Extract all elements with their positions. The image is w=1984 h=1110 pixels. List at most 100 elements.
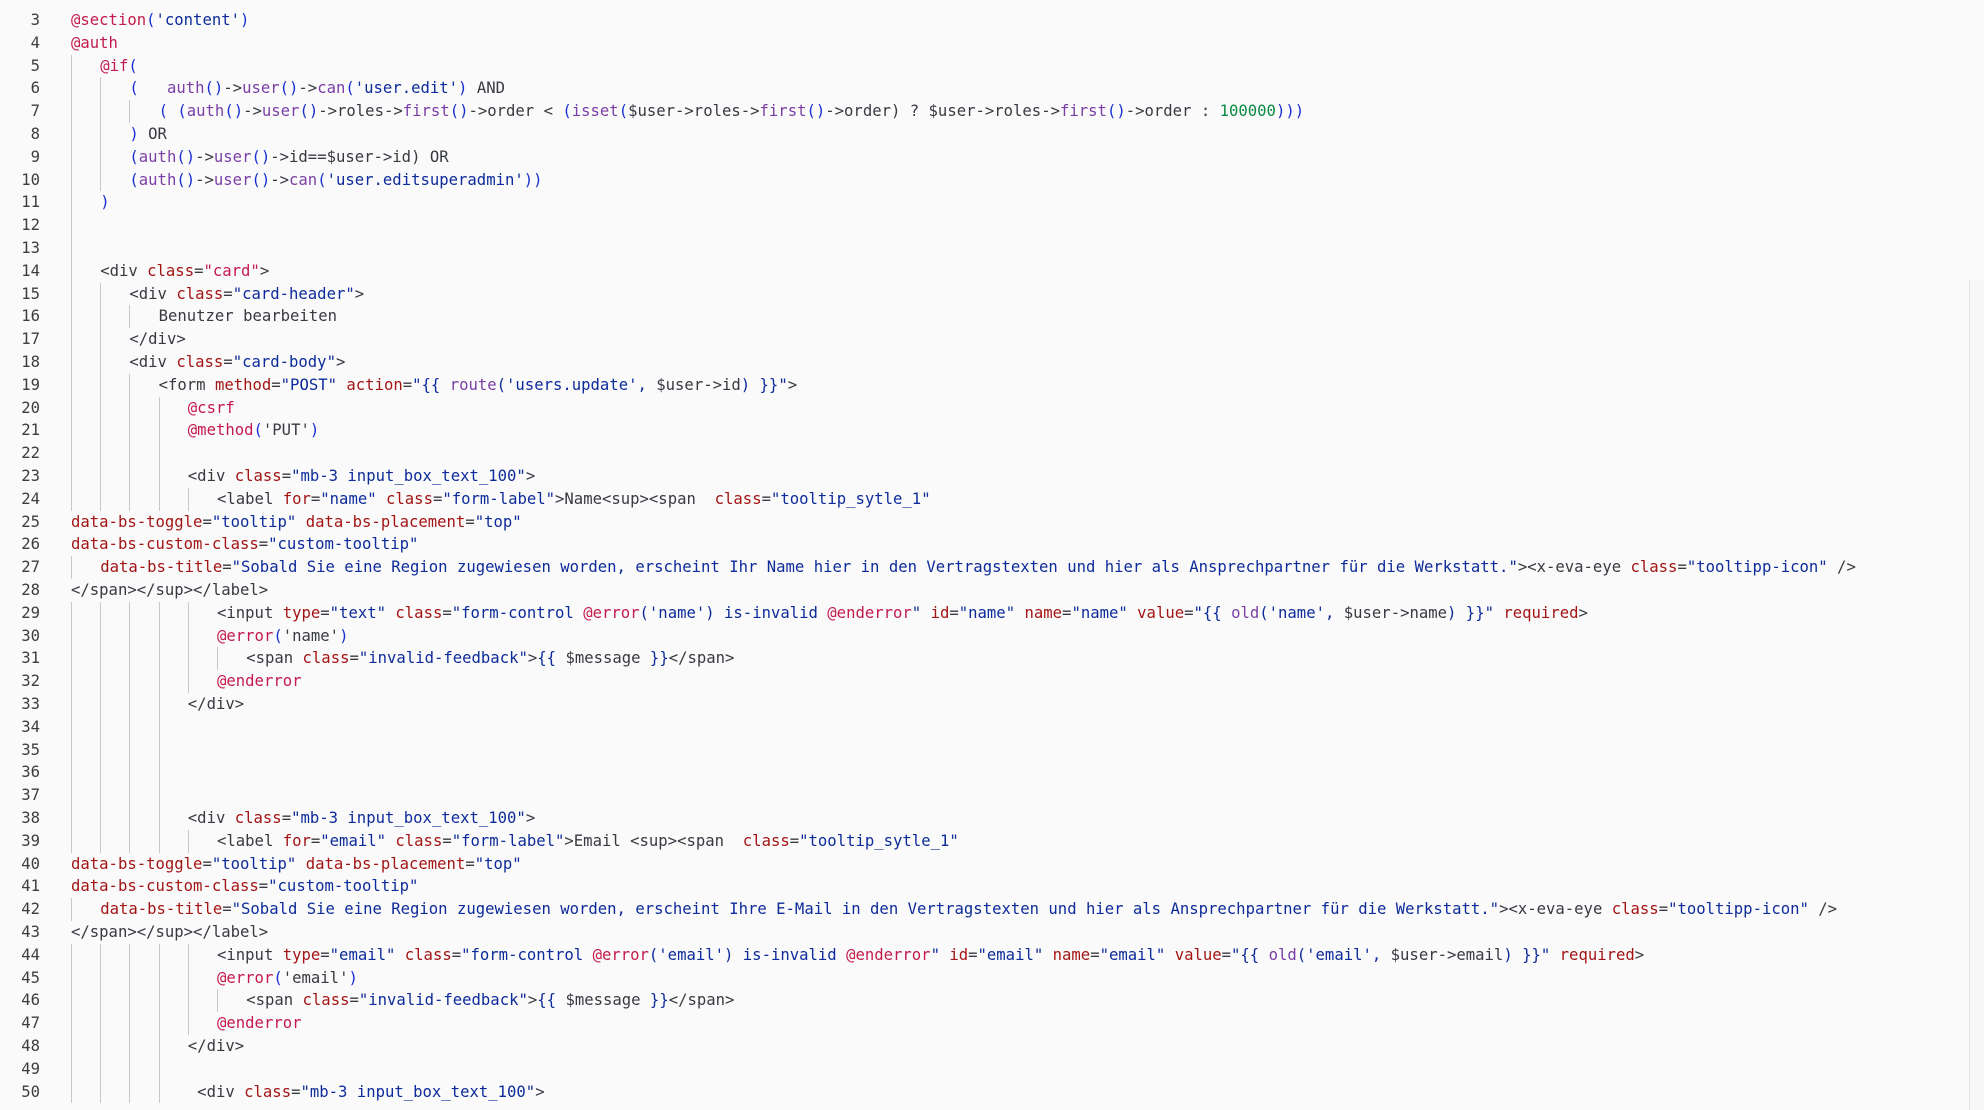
- code-line[interactable]: 31 <span class="invalid-feedback">{{ $mes…: [0, 647, 1960, 671]
- code-token: AND: [467, 79, 505, 98]
- code-line[interactable]: 37: [0, 784, 1960, 807]
- indent-guide: [158, 761, 160, 785]
- code-line[interactable]: 11): [0, 191, 1960, 215]
- indent-guide: [129, 419, 131, 443]
- line-number: 47: [21, 1014, 40, 1033]
- code-line[interactable]: 32 @enderror: [0, 670, 1960, 693]
- code-line[interactable]: 5 @if(: [0, 54, 1960, 78]
- code-line[interactable]: 13: [0, 237, 1960, 260]
- indent-guide: [158, 989, 160, 1013]
- line-number: 16: [21, 307, 40, 326]
- indent-guide: [100, 624, 102, 648]
- code-token: "mb-3 input_box_text_100": [291, 809, 526, 827]
- code-line[interactable]: 20 @csrf: [0, 396, 1960, 420]
- code-editor[interactable]: 3 @section('content') 4 @auth 5 @if(6( auth()…: [0, 0, 1984, 1110]
- vertical-scrollbar[interactable]: [1969, 280, 1984, 1110]
- code-line[interactable]: 41 data-bs-custom-class="custom-tooltip": [0, 875, 1960, 898]
- code-line[interactable]: 3 @section('content'): [0, 9, 1960, 32]
- code-token: user: [242, 79, 280, 98]
- code-token: </span>: [668, 649, 735, 668]
- code-line[interactable]: 29 <input type="text" class="form-control…: [0, 601, 1960, 625]
- code-line[interactable]: 23 <div class="mb-3 input_box_text_100">: [0, 465, 1960, 488]
- code-line[interactable]: 43 </span></sup></label>: [0, 921, 1960, 944]
- code-text: ( (auth()->user()->roles->first()->order…: [159, 100, 1305, 123]
- code-token: ('users.update',: [496, 375, 657, 394]
- code-token: </span></sup></label>: [71, 581, 269, 599]
- code-text: Benutzer bearbeiten: [159, 305, 337, 328]
- code-token: ) }}": [1447, 603, 1494, 622]
- code-token: action: [346, 375, 403, 394]
- code-line[interactable]: 30 @error('name'): [0, 624, 1960, 648]
- code-line[interactable]: 40 data-bs-toggle="tooltip" data-bs-place…: [0, 853, 1960, 876]
- indent-guide: [158, 442, 160, 465]
- line-number: 40: [21, 854, 40, 873]
- indent-guide: [100, 328, 102, 351]
- code-line[interactable]: 50 <div class="mb-3 input_box_text_100">: [0, 1080, 1960, 1104]
- code-line[interactable]: 17 </div>: [0, 328, 1960, 351]
- code-line[interactable]: 18 <div class="card-body">: [0, 351, 1960, 374]
- code-token: (): [449, 102, 469, 121]
- code-line[interactable]: 16 Benutzer bearbeiten: [0, 305, 1960, 329]
- code-line[interactable]: 4 @auth: [0, 32, 1960, 55]
- indent-guide: [100, 670, 102, 693]
- code-line[interactable]: 25 data-bs-toggle="tooltip" data-bs-place…: [0, 511, 1960, 534]
- code-token: can: [289, 170, 318, 189]
- indent-guide: [71, 693, 72, 716]
- indent-guide: [158, 943, 160, 967]
- code-line[interactable]: 47 @enderror: [0, 1012, 1960, 1035]
- indent-guide: [187, 1012, 189, 1035]
- code-line[interactable]: 38 <div class="mb-3 input_box_text_100">: [0, 807, 1960, 830]
- code-token: user: [261, 102, 300, 121]
- indent-guide: [71, 396, 72, 420]
- code-line[interactable]: 10 (auth()->user()->can('user.editsuperad…: [0, 168, 1960, 192]
- indent-guide: [71, 738, 72, 762]
- code-token: ): [339, 626, 349, 645]
- indent-guide: [187, 487, 189, 511]
- code-token: =: [320, 603, 330, 622]
- code-line[interactable]: 27 data-bs-title="Sobald Sie eine Region …: [0, 556, 1960, 579]
- code-line[interactable]: 48 </div>: [0, 1035, 1960, 1058]
- code-token: "tooltipp-icon": [1686, 558, 1828, 577]
- code-line[interactable]: 45 @error('email'): [0, 966, 1960, 990]
- code-line[interactable]: 42 data-bs-title="Sobald Sie eine Region …: [0, 898, 1960, 921]
- code-line[interactable]: 46 <span class="invalid-feedback">{{ $mes…: [0, 989, 1960, 1013]
- code-line[interactable]: 49: [0, 1057, 1960, 1081]
- code-token: (: [128, 56, 138, 75]
- indent-guide: [158, 1035, 160, 1058]
- code-line[interactable]: 12: [0, 214, 1960, 237]
- indent-guide: [71, 761, 72, 785]
- code-line[interactable]: 19 <form method="POST" action="{{ route('…: [0, 373, 1960, 397]
- line-number: 39: [21, 831, 40, 850]
- code-line[interactable]: 6( auth()->user()->can('user.edit') AND: [0, 77, 1960, 101]
- code-token: <input: [217, 945, 283, 964]
- code-line[interactable]: 28 </span></sup></label>: [0, 579, 1960, 602]
- code-line[interactable]: 22: [0, 442, 1960, 465]
- indent-guide: [158, 670, 160, 693]
- code-line[interactable]: 15 <div class="card-header">: [0, 282, 1960, 306]
- indent-guide: [158, 465, 160, 488]
- code-line[interactable]: 33 </div>: [0, 693, 1960, 716]
- code-line[interactable]: 39 <label for="email" class="form-label">…: [0, 829, 1960, 853]
- code-token: ) }}": [740, 375, 788, 394]
- code-line[interactable]: 26 data-bs-custom-class="custom-tooltip": [0, 533, 1960, 556]
- code-token: (: [158, 102, 168, 121]
- code-token: >: [787, 375, 798, 394]
- code-line[interactable]: 14 <div class="card">: [0, 259, 1960, 283]
- code-line[interactable]: 21 @method('PUT'): [0, 419, 1960, 443]
- code-line[interactable]: 9 (auth()->user()->id==$user->id) OR: [0, 145, 1960, 169]
- code-line[interactable]: 36: [0, 761, 1960, 785]
- code-line[interactable]: 8) OR: [0, 123, 1960, 146]
- indent-guide: [129, 943, 131, 967]
- code-line[interactable]: 7( (auth()->user()->roles->first()->orde…: [0, 100, 1960, 123]
- code-line[interactable]: 34: [0, 715, 1960, 739]
- code-token: =: [1221, 945, 1232, 964]
- code-line[interactable]: 24 <label for="name" class="form-label">N…: [0, 487, 1960, 511]
- code-token: (: [317, 170, 327, 189]
- code-line[interactable]: 44 <input type="email" class="form-contro…: [0, 943, 1960, 967]
- code-line[interactable]: 35: [0, 738, 1960, 762]
- indent-guide: [100, 305, 102, 329]
- code-token: data-bs-placement: [305, 854, 466, 873]
